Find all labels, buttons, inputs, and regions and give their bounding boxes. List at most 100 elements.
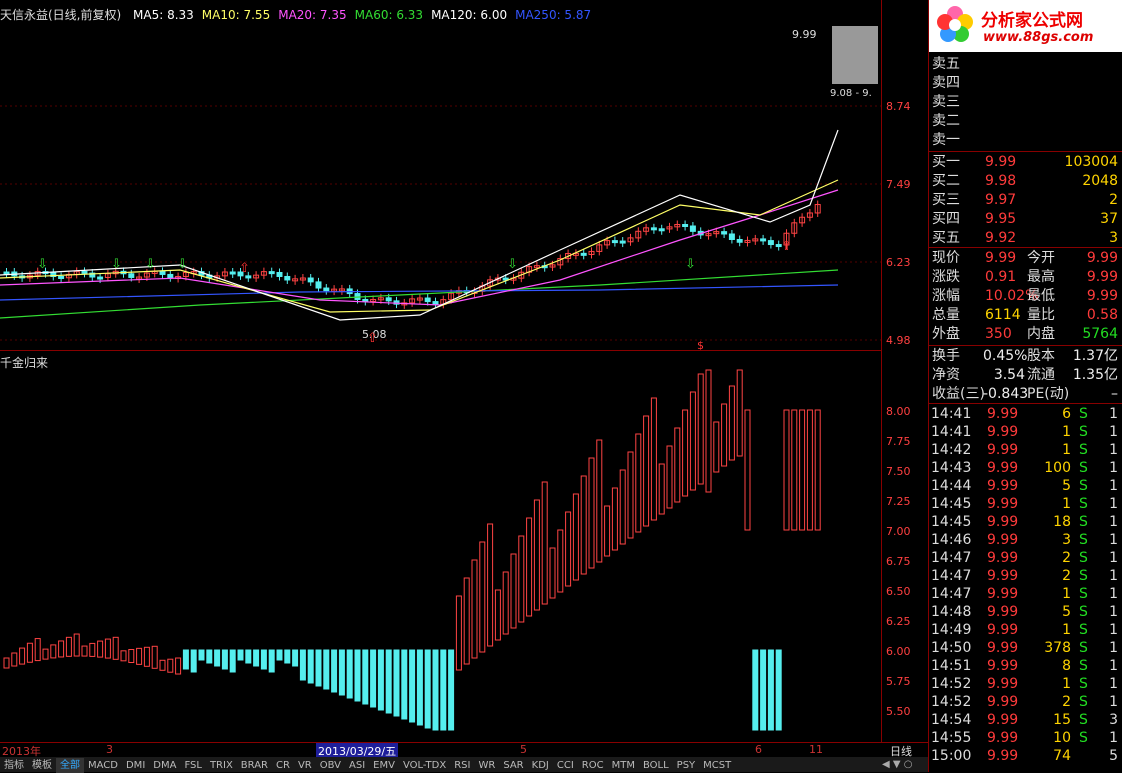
tick-side: S — [1079, 424, 1088, 440]
tab-roc[interactable]: ROC — [578, 758, 608, 773]
indicator-bar — [175, 657, 182, 675]
candle-body — [268, 271, 275, 275]
fundamental-row: 净资 3.54 流通 1.35亿 — [929, 366, 1122, 384]
indicator-bar — [307, 649, 314, 684]
fundamental-label: 净资 — [932, 367, 960, 383]
indicator-bar — [315, 649, 322, 687]
indicator-bar — [502, 571, 509, 635]
indicator-bar — [440, 649, 447, 731]
logo-url: www.88gs.com — [983, 30, 1094, 45]
candle-body — [362, 298, 369, 302]
fundamental-value: 0.45% — [983, 348, 1028, 364]
indicator-bar — [58, 640, 65, 658]
window-controls[interactable]: ◀ ▼ ○ — [882, 757, 928, 772]
tick-time: 14:48 — [931, 604, 972, 620]
indicator-panel[interactable]: 千金归来 — [0, 350, 882, 742]
indicator-bar — [666, 445, 673, 509]
fundamental-value: – — [1111, 386, 1118, 402]
indicator-bar — [26, 642, 33, 663]
candle-body — [619, 240, 626, 244]
tick-volume: 15 — [1053, 712, 1071, 728]
tab-cr[interactable]: CR — [272, 758, 294, 773]
indicator-bar — [448, 649, 455, 731]
indicator-bar — [424, 649, 431, 729]
indicator-bar — [689, 391, 696, 491]
indicator-bar — [128, 649, 135, 664]
tick-row: 14:47 9.99 2 S 1 — [929, 567, 1122, 585]
tab-dma[interactable]: DMA — [149, 758, 180, 773]
tab-kdj[interactable]: KDJ — [528, 758, 553, 773]
tab-macd[interactable]: MACD — [84, 758, 122, 773]
tick-price: 9.99 — [987, 694, 1019, 710]
indicator-bar — [245, 649, 252, 664]
tick-side: S — [1079, 604, 1088, 620]
candle-body — [689, 225, 696, 232]
tick-price: 9.99 — [987, 442, 1019, 458]
tick-count: 1 — [1109, 406, 1118, 422]
tick-side: S — [1079, 712, 1088, 728]
logo-title: 分析家公式网 — [981, 11, 1083, 31]
tab-vr[interactable]: VR — [294, 758, 316, 773]
tab-指标[interactable]: 指标 — [0, 758, 28, 773]
y-tick-label: 8.74 — [886, 100, 911, 113]
tick-row: 14:54 9.99 15 S 3 — [929, 711, 1122, 729]
tab-rsi[interactable]: RSI — [450, 758, 474, 773]
indicator-bar — [682, 409, 689, 497]
tab-trix[interactable]: TRIX — [206, 758, 237, 773]
quote-label: 涨幅 — [932, 288, 960, 304]
tick-row: 14:45 9.99 1 S 1 — [929, 495, 1122, 513]
tick-price: 9.99 — [987, 712, 1019, 728]
left-arrow-icon[interactable]: ◀ — [882, 759, 890, 770]
buy-price: 9.92 — [985, 230, 1017, 246]
tab-mtm[interactable]: MTM — [608, 758, 639, 773]
tick-time: 14:41 — [931, 424, 972, 440]
tab-obv[interactable]: OBV — [316, 758, 345, 773]
circle-icon[interactable]: ○ — [904, 759, 913, 770]
tick-volume: 10 — [1053, 730, 1071, 746]
tick-side: S — [1079, 640, 1088, 656]
tab-emv[interactable]: EMV — [369, 758, 399, 773]
kline-chart-panel[interactable]: 天信永益(日线,前复权) MA5: 8.33 MA10: 7.55 MA20: 7.… — [0, 0, 882, 350]
ma10-line — [0, 179, 839, 313]
candle-body — [728, 233, 735, 240]
indicator-bar — [572, 493, 579, 581]
divider — [929, 345, 1122, 346]
tab-brar[interactable]: BRAR — [237, 758, 272, 773]
tab-psy[interactable]: PSY — [673, 758, 700, 773]
candle-body — [580, 252, 587, 256]
tick-count: 5 — [1109, 748, 1118, 764]
tab-mcst[interactable]: MCST — [699, 758, 735, 773]
indicator-bar — [565, 511, 572, 587]
buy-order-row: 买一 9.99 103004 — [929, 153, 1122, 171]
tab-asi[interactable]: ASI — [345, 758, 369, 773]
indicator-bar — [370, 649, 377, 708]
tab-vol-tdx[interactable]: VOL-TDX — [399, 758, 450, 773]
tick-price: 9.99 — [987, 550, 1019, 566]
indicator-bar — [487, 523, 494, 647]
tick-count: 1 — [1109, 568, 1118, 584]
indicator-bar — [260, 649, 267, 670]
quote-label: 总量 — [932, 307, 960, 323]
candle-body — [760, 238, 767, 242]
tick-side: S — [1079, 730, 1088, 746]
indicator-bar — [151, 645, 158, 669]
tick-count: 1 — [1109, 442, 1118, 458]
tab-dmi[interactable]: DMI — [122, 758, 149, 773]
indicator-bar — [416, 649, 423, 726]
tab-全部[interactable]: 全部 — [56, 758, 84, 773]
tab-wr[interactable]: WR — [474, 758, 499, 773]
down-arrow-icon[interactable]: ▼ — [893, 759, 901, 770]
tick-price: 9.99 — [987, 748, 1019, 764]
tab-模板[interactable]: 模板 — [28, 758, 56, 773]
y-tick-label: 6.75 — [886, 555, 911, 568]
tab-sar[interactable]: SAR — [499, 758, 527, 773]
tick-time: 14:52 — [931, 676, 972, 692]
tick-volume: 8 — [1062, 658, 1071, 674]
fundamental-row: 收益(三) -0.843 PE(动) – — [929, 385, 1122, 403]
indicator-bar — [721, 403, 728, 467]
tab-boll[interactable]: BOLL — [639, 758, 673, 773]
tick-side: S — [1079, 622, 1088, 638]
tab-cci[interactable]: CCI — [553, 758, 578, 773]
indicator-bar — [713, 421, 720, 473]
tab-fsl[interactable]: FSL — [180, 758, 206, 773]
